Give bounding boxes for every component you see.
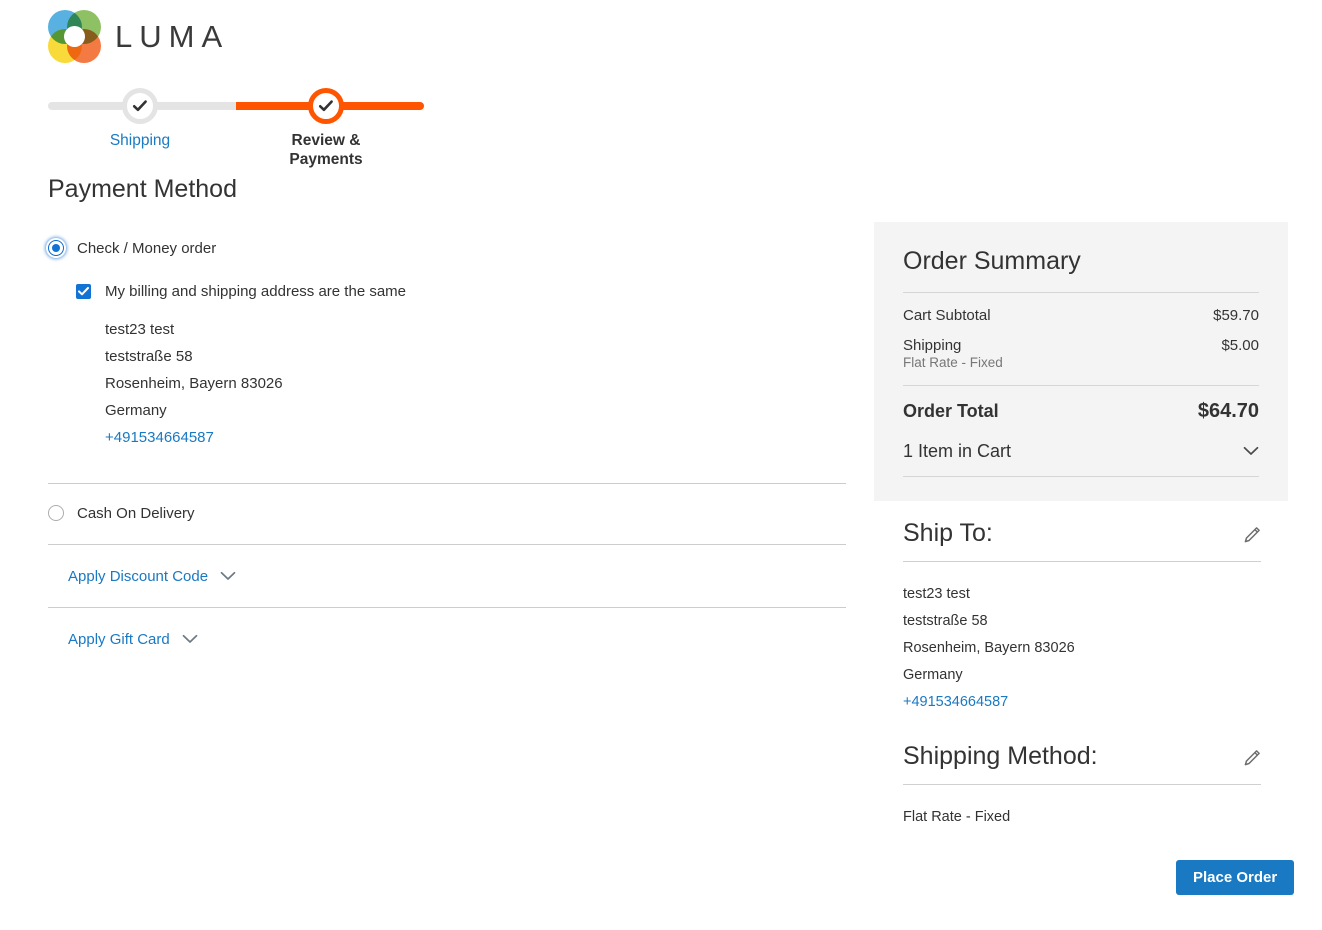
step-bullet-shipping	[122, 88, 158, 124]
step-bullet-review-payments	[308, 88, 344, 124]
shipping-method-block: Shipping Method: Flat Rate - Fixed	[903, 742, 1261, 831]
chevron-down-icon	[220, 571, 236, 580]
checkbox-billing-same-as-shipping[interactable]	[76, 283, 91, 299]
ship-to-city-region-zip: Rosenheim, Bayern 83026	[903, 640, 1075, 656]
check-icon	[318, 100, 333, 112]
billing-address-name: test23 test	[105, 320, 175, 338]
items-in-cart-label: 1 Item in Cart	[903, 440, 1012, 461]
ship-to-title: Ship To:	[903, 519, 993, 547]
summary-row-cart-subtotal: Cart Subtotal $59.70	[903, 293, 1259, 324]
payment-option-check-money-order[interactable]: Check / Money order	[48, 240, 846, 257]
apply-gift-card-label: Apply Gift Card	[68, 630, 170, 648]
billing-address-block: My billing and shipping address are the …	[76, 283, 846, 451]
summary-row-shipping-note: Flat Rate - Fixed	[903, 354, 1003, 370]
payment-option-cash-on-delivery-label: Cash On Delivery	[77, 504, 195, 522]
apply-discount-code-label: Apply Discount Code	[68, 567, 209, 585]
ship-to-address: test23 test teststraße 58 Rosenheim, Bay…	[903, 581, 1261, 716]
edit-shipping-method-button[interactable]	[1243, 743, 1261, 772]
checkout-progress-bar: Shipping Review & Payments	[48, 88, 424, 168]
summary-row-cart-subtotal-value: $59.70	[1213, 306, 1259, 324]
progress-step-review-payments[interactable]: Review & Payments	[271, 88, 381, 169]
page-title: Payment Method	[48, 175, 237, 203]
chevron-down-icon	[1243, 446, 1259, 455]
divider	[903, 475, 1259, 477]
shipping-method-value-wrap: Flat Rate - Fixed	[903, 804, 1261, 831]
luma-rings-logo-icon	[48, 10, 101, 63]
items-in-cart-toggle[interactable]: 1 Item in Cart	[903, 423, 1259, 476]
order-total-label: Order Total	[903, 400, 999, 421]
progress-step-shipping-label: Shipping	[109, 132, 171, 149]
check-icon	[78, 286, 89, 295]
check-icon	[132, 100, 147, 112]
progress-step-shipping[interactable]: Shipping	[85, 88, 195, 151]
edit-ship-to-button[interactable]	[1243, 520, 1261, 549]
billing-address-street: teststraße 58	[105, 347, 193, 365]
billing-address-phone-link[interactable]: +491534664587	[105, 429, 214, 446]
ship-to-name: test23 test	[903, 586, 970, 602]
summary-row-shipping: Shipping $5.00	[903, 324, 1259, 354]
billing-address-country: Germany	[105, 401, 167, 419]
logo-wordmark: LUMA	[115, 19, 230, 54]
ship-to-street: teststraße 58	[903, 613, 988, 629]
order-summary-title: Order Summary	[903, 247, 1081, 275]
summary-row-order-total: Order Total $64.70	[903, 386, 1259, 423]
order-total-value: $64.70	[1197, 399, 1259, 422]
payment-method-section: Payment Method Check / Money order My bi…	[48, 175, 846, 670]
progress-step-review-payments-label: Review & Payments	[289, 132, 363, 168]
billing-address-lines: test23 test teststraße 58 Rosenheim, Bay…	[105, 316, 846, 451]
pencil-icon	[1244, 527, 1260, 543]
billing-same-as-shipping-row[interactable]: My billing and shipping address are the …	[76, 283, 846, 300]
billing-same-as-shipping-label: My billing and shipping address are the …	[105, 282, 407, 300]
ship-to-block: Ship To: test23 test teststraße 58 Rosen…	[903, 519, 1261, 716]
payment-option-cash-on-delivery[interactable]: Cash On Delivery	[48, 484, 846, 544]
divider	[903, 561, 1261, 562]
summary-row-cart-subtotal-label: Cart Subtotal	[903, 306, 991, 324]
summary-row-shipping-label: Shipping	[903, 336, 962, 354]
order-summary-panel: Order Summary Cart Subtotal $59.70 Shipp…	[874, 222, 1288, 501]
place-order-button[interactable]: Place Order	[1176, 860, 1295, 895]
billing-address-city-region-zip: Rosenheim, Bayern 83026	[105, 374, 283, 392]
chevron-down-icon	[182, 634, 198, 643]
checkout-page: LUMA Shipping Review & Payments Payment …	[0, 0, 1322, 930]
ship-to-phone-link[interactable]: +491534664587	[903, 694, 1008, 710]
apply-gift-card-toggle[interactable]: Apply Gift Card	[48, 608, 846, 670]
pencil-icon	[1244, 750, 1260, 766]
radio-cash-on-delivery[interactable]	[48, 505, 64, 521]
shipping-method-title: Shipping Method:	[903, 742, 1098, 770]
shipping-method-value: Flat Rate - Fixed	[903, 809, 1011, 825]
apply-discount-code-toggle[interactable]: Apply Discount Code	[48, 545, 846, 607]
radio-check-money-order[interactable]	[48, 240, 64, 256]
ship-to-country: Germany	[903, 667, 963, 683]
payment-option-check-money-order-label: Check / Money order	[77, 239, 217, 257]
site-logo[interactable]: LUMA	[48, 10, 229, 63]
divider	[903, 784, 1261, 785]
summary-row-shipping-value: $5.00	[1221, 336, 1259, 354]
